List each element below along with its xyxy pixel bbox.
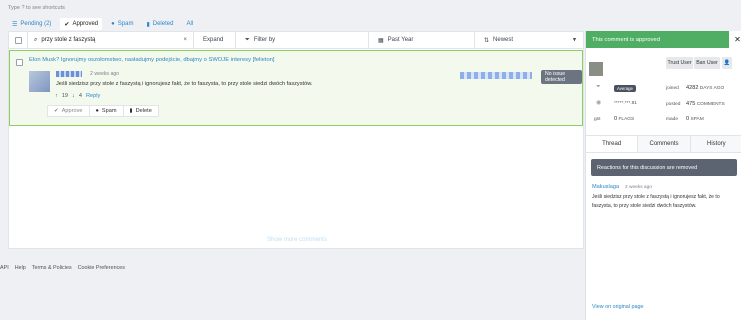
joined-stat: 4282 DAYS AGO (686, 85, 725, 91)
comment-checkbox[interactable] (16, 59, 23, 66)
thread-comment-author[interactable]: Makuslaga (592, 184, 619, 190)
tab-spam[interactable]: ● Spam (107, 18, 137, 30)
comment-thread-title[interactable]: Elon Musk? Ignorujmy oszołomstwo, nasład… (29, 57, 275, 63)
footer-api-link[interactable]: API (0, 265, 9, 271)
thread-comment-time: 2 weeks ago (625, 185, 652, 190)
check-icon: ✔ (64, 21, 70, 28)
trust-user-button[interactable]: Trust User (666, 57, 693, 69)
thread-comment-body: Jeśli siedzisz przy stole z faszystą i i… (592, 194, 720, 209)
tab-deleted[interactable]: ▮ Deleted (142, 18, 177, 30)
avatar (589, 62, 603, 76)
search-input[interactable]: ⌕ przy stole z faszystą × (27, 31, 193, 49)
joined-label: joined (666, 86, 679, 91)
site-link-redacted[interactable] (460, 72, 532, 79)
sort-icon: ⇅ (484, 37, 490, 44)
gst-label: gst (594, 117, 601, 122)
downvote-icon: ↓ (72, 93, 75, 99)
tab-history[interactable]: History (690, 136, 741, 152)
tab-all[interactable]: All (182, 18, 197, 30)
chevron-down-icon: ▼ (572, 37, 577, 43)
check-icon: ✔ (54, 108, 59, 114)
expand-button[interactable]: Expand (193, 31, 235, 49)
comment-votes: ↑ 19 ↓ 4 Reply (55, 93, 101, 99)
alert-icon: ● (95, 108, 99, 114)
filter-dropdown[interactable]: ⏷ Filter by ▼ (235, 31, 577, 49)
search-icon: ⌕ (34, 36, 38, 43)
globe-icon: ◉ (596, 100, 602, 106)
spam-button[interactable]: ● Spam (90, 106, 124, 116)
reply-link[interactable]: Reply (86, 93, 100, 99)
shortcut-hint: Type ? to see shortcuts (8, 5, 65, 11)
flags-stat: 0 FLAGS (614, 116, 635, 122)
calendar-icon: ▦ (378, 37, 384, 44)
period-dropdown[interactable]: ▦ Past Year ▼ (368, 31, 577, 49)
delete-button[interactable]: ▮ Delete (124, 106, 158, 116)
toolbar: ⌕ przy stole z faszystą × Expand ⏷ Filte… (9, 31, 583, 49)
select-all-checkbox[interactable] (9, 36, 27, 44)
sort-dropdown[interactable]: ⇅ Newest ▼ (474, 31, 583, 49)
ip-address: *****.***.81 (614, 101, 637, 106)
reactions-notice: Reactions for this discussion are remove… (591, 159, 737, 176)
footer: API Help Terms & Policies Cookie Prefere… (0, 265, 125, 271)
comment-time: 2 weeks ago (90, 71, 120, 77)
comment-list: ⌕ przy stole z faszystą × Expand ⏷ Filte… (8, 31, 584, 249)
comment-actions: ✔ Approve ● Spam ▮ Delete (47, 105, 159, 117)
clear-search-icon[interactable]: × (183, 37, 187, 43)
trash-icon: ▮ (146, 21, 150, 28)
status-badge: No issue detected (541, 70, 582, 84)
footer-terms-link[interactable]: Terms & Policies (32, 265, 72, 271)
moderation-tabs: ☰ Pending (2) ✔ Approved ● Spam ▮ Deleted Al… (8, 18, 197, 30)
user-profile-icon[interactable]: 👤 (722, 57, 732, 69)
filter-icon: ⏷ (596, 84, 601, 90)
spam-stat: 0 SPAM (686, 116, 704, 122)
ban-user-button[interactable]: Ban User (694, 57, 720, 69)
tab-comments[interactable]: Comments (638, 136, 691, 152)
approve-button[interactable]: ✔ Approve (48, 106, 90, 116)
comment-detail-panel: This comment is approved ✕ Trust User Ba… (585, 31, 741, 320)
comment-author-redacted[interactable] (56, 71, 82, 77)
view-original-link[interactable]: View on original page (592, 304, 643, 310)
alert-icon: ● (111, 21, 115, 27)
upvote-icon: ↑ (55, 93, 58, 99)
made-label: made (666, 117, 678, 122)
footer-cookie-link[interactable]: Cookie Preferences (78, 265, 125, 271)
posted-label: posted (666, 102, 681, 107)
reputation-badge: Average (614, 85, 636, 92)
tab-thread[interactable]: Thread (586, 136, 639, 152)
filter-icon: ⏷ (245, 36, 250, 43)
posted-stat: 475 COMMENTS (686, 101, 725, 107)
comment-body: Jeśli siedzisz przy stole z faszystą i i… (56, 81, 313, 87)
trash-icon: ▮ (129, 108, 133, 114)
tab-pending[interactable]: ☰ Pending (2) (8, 18, 55, 30)
panel-header: This comment is approved ✕ (586, 31, 741, 48)
comment-row[interactable]: Elon Musk? Ignorujmy oszołomstwo, nasład… (9, 50, 583, 126)
list-icon: ☰ (12, 21, 18, 28)
panel-tabs: Thread Comments History (586, 135, 741, 153)
close-icon[interactable]: ✕ (729, 31, 741, 48)
tab-approved[interactable]: ✔ Approved (60, 18, 103, 30)
show-more-button[interactable]: Show more comments (9, 237, 585, 243)
footer-help-link[interactable]: Help (15, 265, 26, 271)
avatar[interactable] (29, 71, 50, 92)
